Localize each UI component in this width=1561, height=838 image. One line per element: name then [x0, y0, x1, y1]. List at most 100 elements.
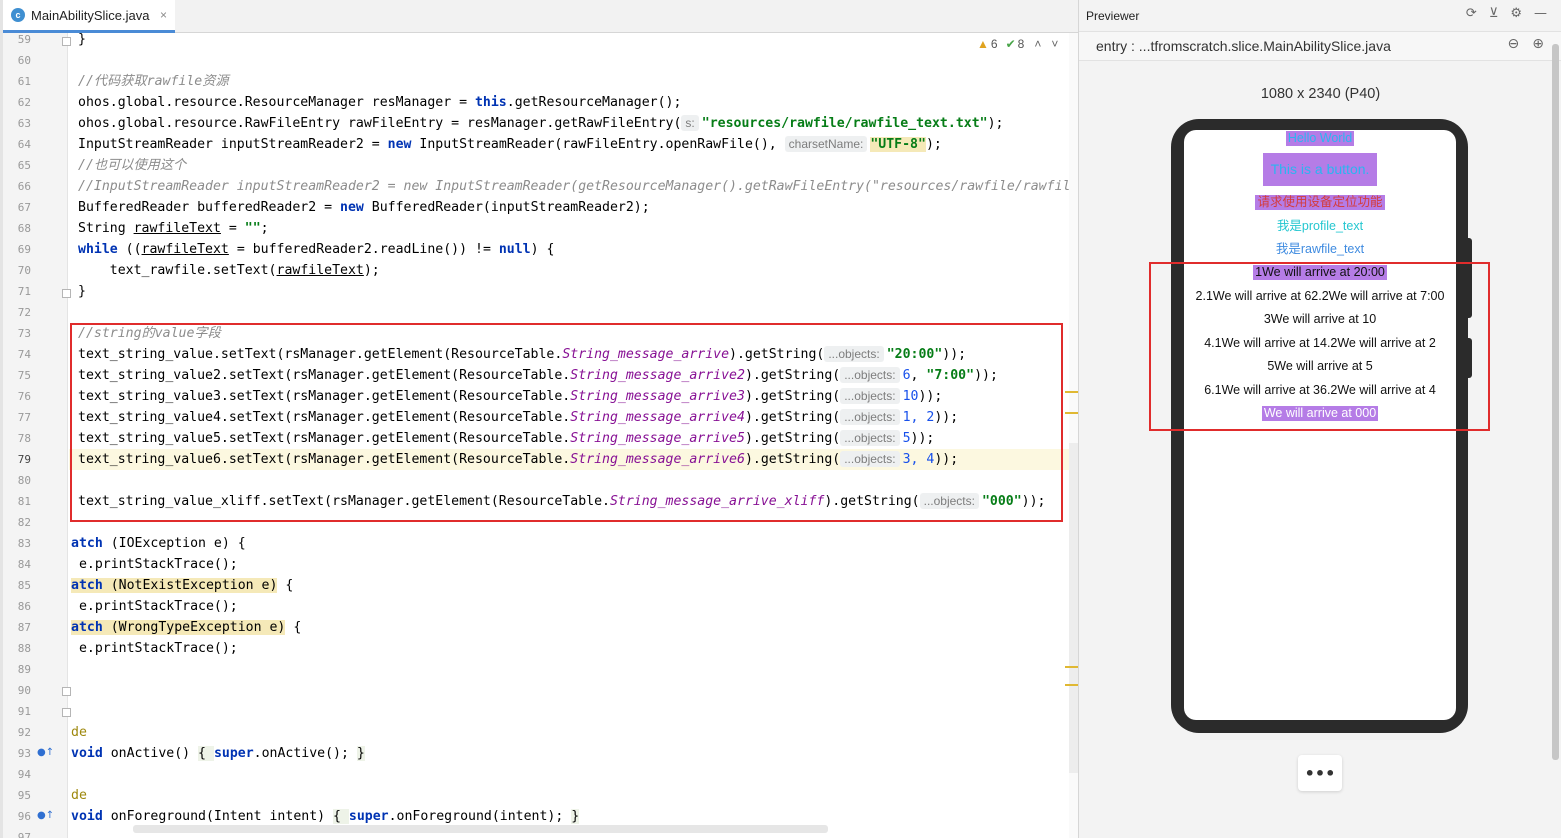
line-number[interactable]: 76: [9, 390, 31, 403]
line-number[interactable]: 89: [9, 663, 31, 676]
device-resolution: 1080 x 2340 (P40): [1260, 86, 1381, 102]
line-number[interactable]: 81: [9, 495, 31, 508]
rawfile-text: 我是rawfile_text: [1275, 242, 1365, 256]
line-number[interactable]: 71: [9, 285, 31, 298]
line-number[interactable]: 93: [9, 747, 31, 760]
line-number[interactable]: 86: [9, 600, 31, 613]
line-number[interactable]: 77: [9, 411, 31, 424]
settings-icon[interactable]: ⚙: [1510, 6, 1522, 21]
line-number[interactable]: 85: [9, 579, 31, 592]
editor-horizontal-scrollbar[interactable]: [133, 825, 828, 833]
fold-icon[interactable]: [62, 708, 71, 717]
code-line-84: e.printStackTrace();: [71, 557, 238, 572]
highlight-box-code: [70, 323, 1063, 522]
line-number[interactable]: 79: [9, 453, 31, 466]
zoom-out-icon[interactable]: ⊖: [1508, 36, 1520, 52]
line-number[interactable]: 62: [9, 96, 31, 109]
code-line-63: ohos.global.resource.RawFileEntry rawFil…: [78, 115, 1004, 131]
ide-window: c MainAbilitySlice.java × 59 60 61 62 63 64 65…: [0, 0, 1561, 838]
line-number[interactable]: 73: [9, 327, 31, 340]
highlight-box-preview: [1149, 262, 1490, 431]
hello-world-text: Hello World: [1285, 131, 1355, 146]
line-number[interactable]: 91: [9, 705, 31, 718]
code-line-70: text_rawfile.setText(rawfileText);: [78, 263, 380, 278]
previewer-toolbar: ⟳ ⊻ ⚙ —: [1466, 6, 1547, 21]
minimize-icon[interactable]: —: [1534, 6, 1547, 21]
tab-mainabilityslice[interactable]: c MainAbilitySlice.java ×: [3, 0, 175, 33]
line-number[interactable]: 87: [9, 621, 31, 634]
close-tab-icon[interactable]: ×: [160, 8, 167, 22]
typo-count: 8: [1017, 37, 1025, 51]
line-number[interactable]: 61: [9, 75, 31, 88]
entry-label[interactable]: entry : ...tfromscratch.slice.MainAbilit…: [1096, 38, 1391, 54]
line-number[interactable]: 95: [9, 789, 31, 802]
fold-icon[interactable]: [62, 37, 71, 46]
code-line-62: ohos.global.resource.ResourceManager res…: [78, 95, 682, 110]
line-number[interactable]: 80: [9, 474, 31, 487]
code-line-97: de: [71, 788, 87, 803]
refresh-icon[interactable]: ⟳: [1466, 6, 1477, 21]
fold-icon[interactable]: [62, 687, 71, 696]
code-line-71: }: [78, 284, 86, 299]
more-options-button[interactable]: •••: [1298, 755, 1342, 791]
inspection-widget[interactable]: ▲ 6 ✔ 8 ˄ ˅: [977, 37, 1058, 51]
warning-stripe[interactable]: [1065, 412, 1078, 414]
line-number[interactable]: 63: [9, 117, 31, 130]
line-number[interactable]: 82: [9, 516, 31, 529]
pin-icon[interactable]: ⊻: [1489, 6, 1499, 21]
code-editor[interactable]: 59 60 61 62 63 64 65 66 67 68 69 70 71 72 73 74 75 76 77 78…: [3, 32, 1078, 838]
code-line-83: atch (IOException e) {: [71, 536, 246, 551]
line-number[interactable]: 96: [9, 810, 31, 823]
override-method-icon[interactable]: ●↑: [37, 810, 54, 821]
editor-scroll-thumb[interactable]: [1069, 443, 1078, 773]
code-line-88: e.printStackTrace();: [71, 641, 238, 656]
warning-stripe[interactable]: [1065, 666, 1078, 668]
line-number[interactable]: 97: [9, 831, 31, 838]
demo-button[interactable]: This is a button.: [1184, 153, 1456, 186]
line-number[interactable]: 65: [9, 159, 31, 172]
code-line-61: //代码获取rawfile资源: [78, 74, 229, 89]
code-line-66: //InputStreamReader inputStreamReader2 =…: [78, 179, 1071, 194]
next-highlight-icon[interactable]: ˅: [1051, 37, 1058, 51]
line-number[interactable]: 59: [9, 33, 31, 46]
line-number[interactable]: 75: [9, 369, 31, 382]
code-line-64: InputStreamReader inputStreamReader2 = n…: [78, 136, 942, 152]
line-number[interactable]: 92: [9, 726, 31, 739]
line-number[interactable]: 60: [9, 54, 31, 67]
line-number[interactable]: 74: [9, 348, 31, 361]
line-number[interactable]: 64: [9, 138, 31, 151]
profile-text: 我是profile_text: [1276, 219, 1364, 233]
code-line-69: while ((rawfileText = bufferedReader2.re…: [78, 242, 555, 257]
previewer-scrollbar[interactable]: [1552, 44, 1559, 760]
code-line-87: atch (WrongTypeException e) {: [71, 620, 302, 635]
previewer-title: Previewer: [1086, 9, 1140, 23]
line-number[interactable]: 90: [9, 684, 31, 697]
param-hint: s:: [681, 115, 699, 131]
fold-icon[interactable]: [62, 289, 71, 298]
line-number[interactable]: 88: [9, 642, 31, 655]
line-number[interactable]: 68: [9, 222, 31, 235]
line-number[interactable]: 83: [9, 537, 31, 550]
zoom-controls: ⊖ ⊕: [1508, 36, 1544, 52]
override-method-icon[interactable]: ●↑: [37, 747, 54, 758]
line-number[interactable]: 78: [9, 432, 31, 445]
zoom-in-icon[interactable]: ⊕: [1532, 36, 1544, 52]
code-line-92: de: [71, 725, 87, 740]
code-line-85: atch (NotExistException e) {: [71, 578, 294, 593]
warning-stripe[interactable]: [1065, 391, 1078, 393]
line-number[interactable]: 67: [9, 201, 31, 214]
prev-highlight-icon[interactable]: ˄: [1034, 37, 1041, 51]
line-number[interactable]: 72: [9, 306, 31, 319]
line-number[interactable]: 69: [9, 243, 31, 256]
line-number[interactable]: 84: [9, 558, 31, 571]
warning-count: 6: [990, 37, 998, 51]
param-hint: charsetName:: [784, 136, 868, 152]
code-line-68: String rawfileText = "";: [78, 221, 269, 236]
code-line-65: //也可以使用这个: [78, 158, 187, 173]
warning-stripe[interactable]: [1065, 684, 1078, 686]
line-number[interactable]: 70: [9, 264, 31, 277]
tab-label: MainAbilitySlice.java: [31, 7, 150, 23]
location-text: 请求使用设备定位功能: [1255, 195, 1385, 210]
line-number[interactable]: 66: [9, 180, 31, 193]
line-number[interactable]: 94: [9, 768, 31, 781]
